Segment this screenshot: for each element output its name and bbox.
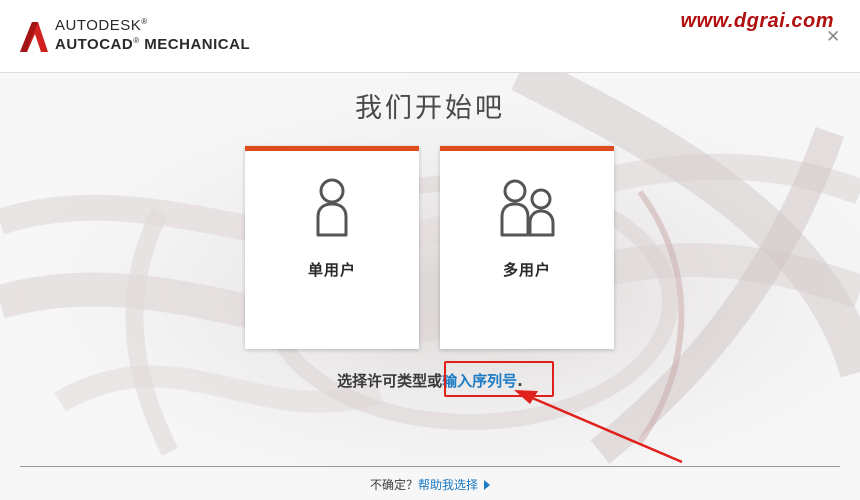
- header-bar: AUTODESK® AUTOCAD® MECHANICAL www.dgrai.…: [0, 0, 860, 73]
- autodesk-logo-icon: [20, 22, 48, 52]
- single-user-label: 单用户: [307, 261, 356, 279]
- watermark-text: www.dgrai.com: [680, 10, 834, 32]
- multi-user-option[interactable]: 多用户: [440, 146, 614, 349]
- single-user-option[interactable]: 单用户: [245, 146, 419, 349]
- multi-user-label: 多用户: [502, 261, 551, 279]
- brand-name: AUTODESK®: [55, 17, 148, 34]
- license-prompt-text: 选择许可类型或: [337, 372, 443, 390]
- help-me-choose-link[interactable]: 帮助我选择: [418, 478, 478, 492]
- unsure-text: 不确定？: [369, 478, 418, 492]
- autodesk-license-dialog: AUTODESK® AUTOCAD® MECHANICAL www.dgrai.…: [0, 0, 860, 500]
- background-artwork: [0, 72, 860, 472]
- single-user-icon: [316, 178, 348, 237]
- page-title: 我们开始吧: [355, 93, 505, 124]
- license-prompt: 选择许可类型或输入序列号.: [0, 370, 860, 391]
- multi-user-icon: [500, 179, 555, 237]
- footer-divider: [20, 466, 840, 467]
- close-icon[interactable]: ✕: [826, 29, 840, 46]
- footer: 不确定？帮助我选择: [0, 476, 860, 493]
- product-name: AUTOCAD® MECHANICAL: [55, 36, 251, 53]
- play-triangle-icon[interactable]: [484, 480, 491, 490]
- annotation-arrow-icon: [514, 390, 683, 464]
- enter-serial-number-link[interactable]: 输入序列号: [442, 372, 517, 390]
- license-prompt-suffix: .: [517, 372, 523, 390]
